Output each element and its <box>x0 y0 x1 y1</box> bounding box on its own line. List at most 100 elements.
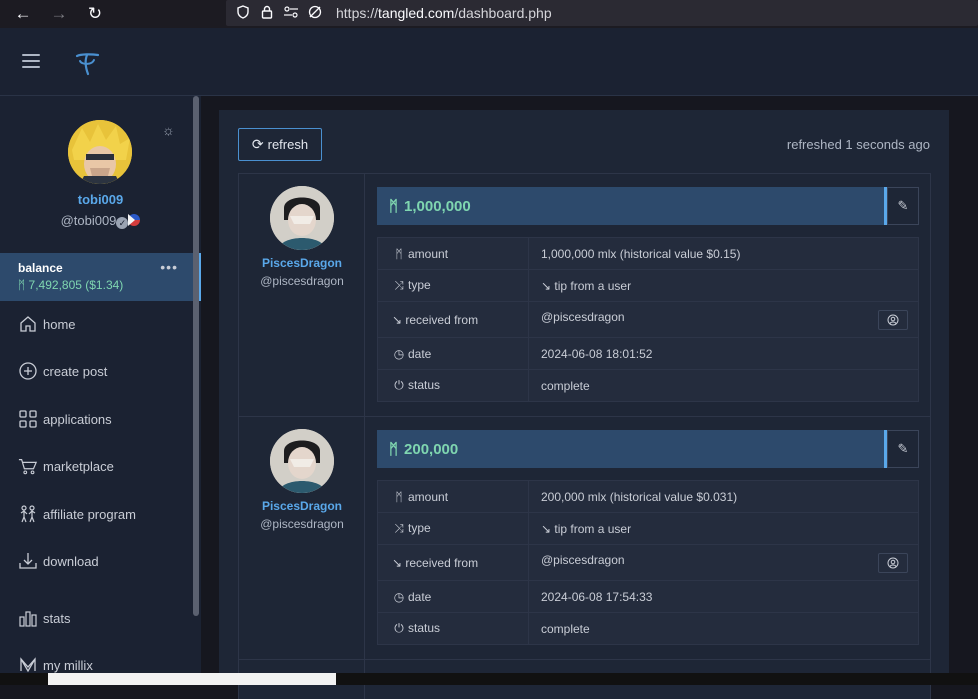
view-user-button[interactable] <box>878 309 908 330</box>
menu-item-affiliate-program[interactable]: affiliate program <box>18 504 136 524</box>
browser-toolbar: ← → ↻ https://tangled.com/dashboard.php <box>0 0 978 28</box>
amount-value: 200,000 mlx (historical value $0.031) <box>528 480 919 513</box>
date-value: 2024-06-08 18:01:52 <box>528 337 919 370</box>
menu-item-label: stats <box>43 610 71 626</box>
view-user-button[interactable] <box>878 552 908 573</box>
user-circle-icon <box>887 557 899 568</box>
url-text[interactable]: https://tangled.com/dashboard.php <box>336 5 552 21</box>
philippines-flag-icon <box>128 214 141 226</box>
received-from-cell: @piscesdragon <box>528 301 919 338</box>
balance-panel[interactable]: balance ᛗ 7,492,805 ($1.34) ••• <box>0 253 201 301</box>
theme-toggle-sun-icon[interactable]: ☼ <box>162 122 175 138</box>
tangled-logo-icon[interactable] <box>72 48 102 78</box>
app-header <box>0 28 978 96</box>
menu-item-my-millix[interactable]: my millix <box>18 655 93 675</box>
type-value: ↘ tip from a user <box>528 269 919 302</box>
forward-button[interactable]: → <box>44 0 74 28</box>
row-label: ◷ date <box>377 580 529 613</box>
pencil-icon: ✎ <box>897 441 909 456</box>
grid-icon <box>18 409 38 429</box>
plus-circle-icon <box>18 361 38 381</box>
received-from-cell: @piscesdragon <box>528 544 919 581</box>
sender-avatar[interactable] <box>270 186 334 250</box>
menu-item-stats[interactable]: stats <box>18 608 70 628</box>
refresh-button[interactable]: ⟳ refresh <box>238 128 322 161</box>
table-row: ↘ received from @piscesdragon <box>377 301 919 338</box>
download-icon <box>18 551 38 571</box>
sender-handle: @piscesdragon <box>260 274 344 288</box>
type-label: type <box>408 521 431 535</box>
menu-item-home[interactable]: home <box>18 314 76 334</box>
clock-icon: ◷ <box>393 346 405 361</box>
sender-name[interactable]: PiscesDragon <box>239 256 365 270</box>
permissions-icon[interactable] <box>282 5 300 21</box>
user-circle-icon <box>887 314 899 325</box>
status-value: complete <box>528 369 919 402</box>
sender-name[interactable]: PiscesDragon <box>239 499 365 513</box>
profile-avatar[interactable] <box>68 120 132 184</box>
transaction-card: PiscesDragon @piscesdragon ᛗ 200,000 ✎ ᛗa… <box>238 416 931 660</box>
profile-username[interactable]: tobi009 <box>0 192 201 207</box>
url-host: tangled.com <box>378 5 455 21</box>
refresh-icon: ⟳ <box>251 136 264 152</box>
refreshed-status: refreshed 1 seconds ago <box>786 137 930 152</box>
sidebar-scrollbar[interactable] <box>193 96 199 616</box>
amount-value: 1,000,000 mlx (historical value $0.15) <box>528 237 919 270</box>
arrow-left-icon: ← <box>14 4 32 23</box>
balance-amount: 7,492,805 ($1.34) <box>28 278 124 292</box>
pencil-icon: ✎ <box>897 198 909 213</box>
edit-button[interactable]: ✎ <box>887 187 919 225</box>
transaction-amount-header: ᛗ 1,000,000 <box>377 187 887 225</box>
more-options-icon[interactable]: ••• <box>160 259 178 275</box>
shuffle-icon: ⤨ <box>394 521 404 535</box>
amount-label: amount <box>408 246 449 261</box>
tracking-blocked-icon[interactable] <box>306 5 324 22</box>
sender-column: PiscesDragon @piscesdragon <box>239 417 365 659</box>
sender-column: PiscesDragon @piscesdragon <box>239 174 365 416</box>
lock-icon[interactable] <box>258 5 276 22</box>
os-taskbar <box>0 673 978 685</box>
transaction-amount: 200,000 <box>404 440 459 458</box>
menu-item-create-post[interactable]: create post <box>18 361 107 381</box>
table-row: ᛗ amount 1,000,000 mlx (historical value … <box>377 237 919 270</box>
shield-icon[interactable] <box>234 4 252 22</box>
millix-icon: ᛗ <box>389 197 399 215</box>
status-value: complete <box>528 612 919 645</box>
table-row: ⏻ status complete <box>377 612 919 645</box>
status-label: status <box>408 621 441 635</box>
row-label: ↘ received from <box>377 544 529 581</box>
transaction-details-table: ᛗ amount 200,000 mlx (historical value $0… <box>377 480 919 645</box>
home-icon <box>18 314 38 334</box>
menu-item-download[interactable]: download <box>18 551 99 571</box>
sender-avatar[interactable] <box>270 429 334 493</box>
hamburger-menu-icon[interactable] <box>22 54 40 68</box>
table-row: ⏻ status complete <box>377 369 919 402</box>
back-button[interactable]: ← <box>8 0 38 28</box>
power-icon: ⏻ <box>394 621 404 635</box>
table-row: ⤨ type ↘ tip from a user <box>377 512 919 545</box>
people-icon <box>18 504 38 524</box>
menu-item-label: affiliate program <box>43 506 136 522</box>
transaction-amount-header: ᛗ 200,000 <box>377 430 887 468</box>
bar-chart-icon <box>18 608 38 628</box>
menu-item-label: home <box>43 316 76 332</box>
menu-item-applications[interactable]: applications <box>18 409 112 429</box>
table-row: ◷ date 2024-06-08 18:01:52 <box>377 337 919 370</box>
status-label: status <box>408 378 441 392</box>
reload-button[interactable]: ↻ <box>80 0 110 28</box>
menu-item-marketplace[interactable]: marketplace <box>18 456 114 476</box>
millix-icon <box>18 655 38 675</box>
date-label: date <box>408 346 432 361</box>
url-scheme: https:// <box>336 5 379 21</box>
date-label: date <box>408 589 432 604</box>
table-row: ◷ date 2024-06-08 17:54:33 <box>377 580 919 613</box>
received-from-value: @piscesdragon <box>541 309 625 324</box>
row-label: ◷ date <box>377 337 529 370</box>
refresh-label: refresh <box>267 137 309 152</box>
type-label: type <box>408 278 431 292</box>
row-label: ⏻ status <box>377 369 529 402</box>
reload-icon: ↻ <box>87 4 103 23</box>
edit-button[interactable]: ✎ <box>887 430 919 468</box>
taskbar-search-box[interactable] <box>48 673 336 685</box>
url-bar[interactable]: https://tangled.com/dashboard.php <box>226 0 978 26</box>
